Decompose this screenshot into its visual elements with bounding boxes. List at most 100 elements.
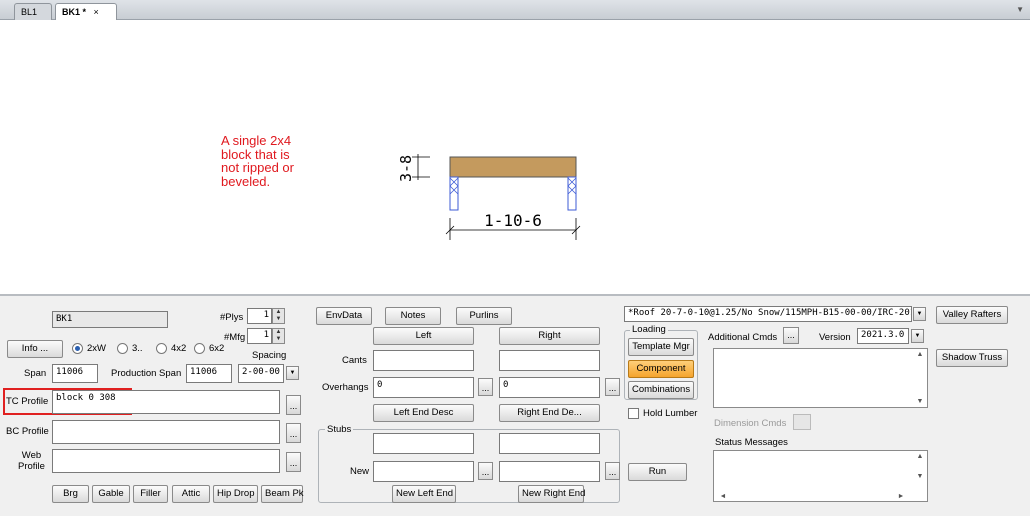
span-dimension-label: 1-10-6: [484, 211, 542, 230]
spin-down-icon[interactable]: ▼: [273, 316, 284, 323]
tab-close-icon[interactable]: ×: [94, 7, 99, 17]
plys-input[interactable]: 1: [247, 308, 272, 324]
tc-profile-label: TC Profile: [6, 396, 49, 407]
tab-bl1[interactable]: BL1: [14, 3, 52, 20]
spin-up-icon[interactable]: ▲: [273, 309, 284, 316]
scroll-up-icon[interactable]: ▲: [914, 453, 926, 460]
purlins-button[interactable]: Purlins: [456, 307, 512, 325]
new-right-input[interactable]: [499, 461, 600, 482]
spin-up-icon[interactable]: ▲: [273, 329, 284, 336]
gable-button[interactable]: Gable: [92, 485, 130, 503]
valley-rafters-button[interactable]: Valley Rafters: [936, 306, 1008, 324]
spin-down-icon[interactable]: ▼: [273, 336, 284, 343]
status-messages-label: Status Messages: [715, 437, 788, 448]
truss-name-field[interactable]: BK1: [52, 311, 168, 328]
stubs-right-input[interactable]: [499, 433, 600, 454]
additional-cmds-browse-button[interactable]: ...: [783, 327, 799, 344]
scroll-left-icon[interactable]: ◄: [717, 493, 729, 500]
web-profile-input[interactable]: [52, 449, 280, 473]
overhangs-left-input[interactable]: 0: [373, 377, 474, 398]
overhangs-right-browse-button[interactable]: ...: [605, 378, 620, 396]
status-messages-box[interactable]: ▲ ▼ ◄ ►: [713, 450, 928, 502]
left-button[interactable]: Left: [373, 327, 474, 345]
cants-right-input[interactable]: [499, 350, 600, 371]
scroll-down-icon[interactable]: ▼: [914, 398, 926, 405]
height-dimension-label: 3-8: [397, 155, 415, 182]
radio-4x2-label: 4x2: [171, 343, 187, 354]
dimension-cmds-label: Dimension Cmds: [714, 418, 787, 429]
production-span-label: Production Span: [111, 368, 182, 379]
tab-bk1[interactable]: BK1 * ×: [55, 3, 117, 21]
radio-4x2[interactable]: [156, 343, 167, 354]
overhangs-right-input[interactable]: 0: [499, 377, 600, 398]
spacing-input[interactable]: 2-00-00: [238, 364, 284, 383]
overhangs-left-browse-button[interactable]: ...: [478, 378, 493, 396]
new-left-browse-button[interactable]: ...: [478, 462, 493, 480]
new-left-end-button[interactable]: New Left End: [392, 485, 456, 503]
info-button[interactable]: Info ...: [7, 340, 63, 358]
block-member[interactable]: [449, 156, 577, 178]
span-label: Span: [24, 368, 47, 379]
truss-drawing: 3-8 1-10-6: [397, 154, 581, 240]
tc-profile-input[interactable]: block 0 308: [52, 390, 280, 414]
radio-3-label: 3..: [132, 343, 143, 354]
component-button[interactable]: Component: [628, 360, 694, 378]
mfg-label: #Mfg: [224, 332, 246, 343]
truss-drawing-canvas[interactable]: A single 2x4 block that is not ripped or…: [0, 20, 1030, 296]
radio-2xw[interactable]: [72, 343, 83, 354]
radio-2xw-label: 2xW: [87, 343, 106, 354]
brg-button[interactable]: Brg: [52, 485, 89, 503]
tab-menu-dropdown-icon[interactable]: ▼: [1016, 5, 1024, 14]
web-profile-label: Web Profile: [18, 450, 45, 472]
right-button[interactable]: Right: [499, 327, 600, 345]
scroll-right-icon[interactable]: ►: [895, 493, 907, 500]
version-dropdown-icon[interactable]: ▼: [911, 329, 924, 343]
right-bearing-icon[interactable]: [567, 176, 577, 211]
filler-button[interactable]: Filler: [133, 485, 168, 503]
bc-profile-input[interactable]: [52, 420, 280, 444]
new-label: New: [350, 466, 370, 477]
right-end-desc-button[interactable]: Right End De...: [499, 404, 600, 422]
bc-profile-browse-button[interactable]: ...: [286, 423, 301, 443]
loading-label: Loading: [630, 324, 668, 335]
cants-left-input[interactable]: [373, 350, 474, 371]
bc-profile-label: BC Profile: [6, 426, 49, 437]
production-span-input[interactable]: 11006: [186, 364, 232, 383]
combinations-button[interactable]: Combinations: [628, 381, 694, 399]
hold-lumber-checkbox[interactable]: [628, 408, 639, 419]
overhangs-label: Overhangs: [322, 382, 369, 393]
design-criteria-dropdown[interactable]: *Roof 20-7-0-10@1.25/No Snow/115MPH-B15-…: [624, 306, 912, 322]
left-end-desc-button[interactable]: Left End Desc: [373, 404, 474, 422]
radio-6x2[interactable]: [194, 343, 205, 354]
version-dropdown[interactable]: 2021.3.0: [857, 328, 909, 344]
spacing-dropdown-icon[interactable]: ▼: [286, 366, 299, 380]
template-mgr-button[interactable]: Template Mgr: [628, 338, 694, 356]
tab-label: BK1 *: [62, 7, 87, 17]
mfg-spinner[interactable]: ▲ ▼: [272, 328, 285, 344]
shadow-truss-button[interactable]: Shadow Truss: [936, 349, 1008, 367]
stubs-left-input[interactable]: [373, 433, 474, 454]
run-button[interactable]: Run: [628, 463, 687, 481]
plys-spinner[interactable]: ▲ ▼: [272, 308, 285, 324]
notes-button[interactable]: Notes: [385, 307, 441, 325]
envdata-button[interactable]: EnvData: [316, 307, 372, 325]
design-criteria-dropdown-icon[interactable]: ▼: [913, 307, 926, 321]
scroll-down-icon[interactable]: ▼: [914, 473, 926, 480]
new-right-browse-button[interactable]: ...: [605, 462, 620, 480]
span-input[interactable]: 11006: [52, 364, 98, 383]
new-right-end-button[interactable]: New Right End: [518, 485, 585, 503]
scroll-up-icon[interactable]: ▲: [914, 351, 926, 358]
web-profile-browse-button[interactable]: ...: [286, 452, 301, 472]
left-bearing-icon[interactable]: [449, 176, 459, 211]
tc-profile-browse-button[interactable]: ...: [286, 395, 301, 415]
radio-6x2-label: 6x2: [209, 343, 225, 354]
new-left-input[interactable]: [373, 461, 474, 482]
dimension-cmds-browse-button[interactable]: [793, 414, 811, 430]
attic-button[interactable]: Attic: [172, 485, 210, 503]
beam-pk-button[interactable]: Beam Pk: [261, 485, 304, 503]
hip-drop-button[interactable]: Hip Drop: [213, 485, 258, 503]
radio-3[interactable]: [117, 343, 128, 354]
additional-cmds-textarea[interactable]: ▲ ▼: [713, 348, 928, 408]
mfg-input[interactable]: 1: [247, 328, 272, 344]
plys-label: #Plys: [220, 312, 244, 323]
